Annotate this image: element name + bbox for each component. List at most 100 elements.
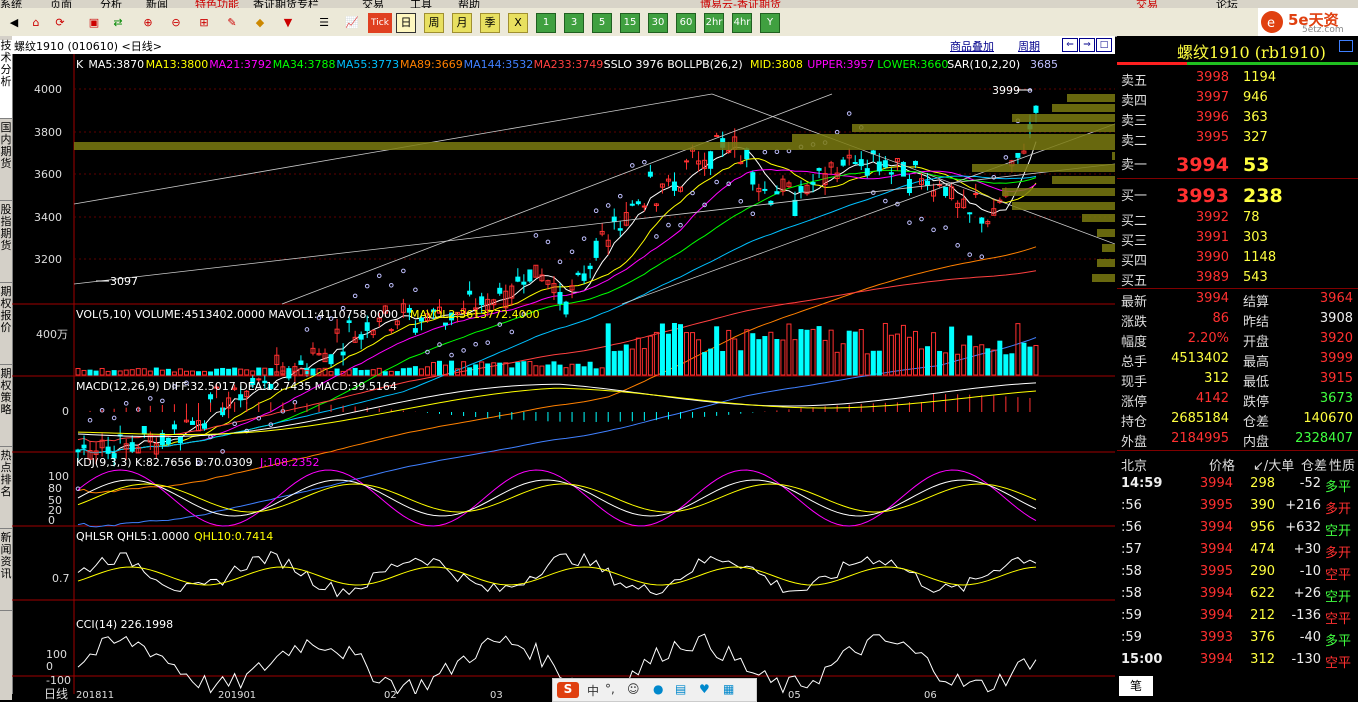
stat-row-6-a: 持仓 (1121, 415, 1148, 430)
keyboard-icon[interactable]: ▤ (675, 682, 686, 696)
tick-button[interactable]: Tick (368, 13, 392, 33)
volume-bar-51 (382, 371, 388, 376)
menu-item-6[interactable]: 交易 (362, 0, 384, 8)
list-icon[interactable]: ☰ (314, 13, 334, 33)
next-icon[interactable]: ⇒ (1079, 38, 1095, 52)
vol-axis-label: 400万 (36, 328, 68, 341)
sar-dot-48 (364, 283, 370, 289)
period-button-2[interactable]: 月 (452, 13, 472, 33)
volume-bar-4 (99, 367, 105, 376)
period-button-0[interactable]: 日 (396, 13, 416, 33)
candle-body-94 (641, 205, 647, 208)
goods-overlay-link[interactable]: 商品叠加 (950, 38, 994, 54)
candle-body-27 (238, 394, 244, 401)
period-button-7[interactable]: 5 (592, 13, 612, 33)
period-button-5[interactable]: 1 (536, 13, 556, 33)
ime-lang[interactable]: 中 (587, 682, 599, 699)
period-button-9[interactable]: 30 (648, 13, 668, 33)
panel-maximize-icon[interactable] (1339, 40, 1353, 52)
ma-legend-10: BOLLPB(26,2) (667, 58, 743, 71)
sar-dot-84 (581, 236, 587, 241)
volume-bar-73 (515, 362, 521, 376)
zoom-out-icon[interactable]: ⊖ (166, 13, 186, 33)
volume-bar-113 (756, 339, 762, 376)
menu-item-9[interactable]: 博易云-香证期货 (700, 0, 781, 8)
chart-icon[interactable]: 📈 (342, 13, 362, 33)
left-tab-6[interactable]: 新闻资讯 (0, 532, 12, 611)
left-tab-0[interactable]: 技术分析 (0, 40, 12, 119)
candle-body-45 (346, 320, 352, 323)
period-button-12[interactable]: 4hr (732, 13, 752, 33)
menu-item-11[interactable]: 论坛 (1216, 0, 1238, 8)
ime-emoji[interactable]: ☺ (627, 682, 640, 696)
volume-bar-16 (171, 371, 177, 376)
menu-item-1[interactable]: 页面 (50, 0, 72, 8)
zoom-in-icon[interactable]: ⊕ (138, 13, 158, 33)
volume-bar-110 (738, 350, 744, 376)
paint-icon[interactable]: ◆ (250, 13, 270, 33)
ime-toolbar[interactable]: S 中 °, ☺ ● ▤ ♥ ▦ (552, 678, 757, 702)
sar-dot-46 (352, 293, 358, 299)
filter-icon[interactable]: ▼ (278, 13, 298, 33)
menu-item-10[interactable]: 交易 (1136, 0, 1158, 8)
period-button-1[interactable]: 周 (424, 13, 444, 33)
ime-punct[interactable]: °, (605, 682, 615, 696)
menu-item-7[interactable]: 工具 (410, 0, 432, 8)
sar-dot-52 (389, 282, 394, 288)
kdj-legend: KDJ(9,3,3) K:82.7656 D:70.0309 (76, 456, 253, 469)
volume-bar-53 (394, 371, 400, 376)
period-button-4[interactable]: X (508, 13, 528, 33)
sogou-icon[interactable]: S (557, 682, 579, 698)
period-button-10[interactable]: 60 (676, 13, 696, 33)
volume-profile-bar-14 (1097, 259, 1115, 267)
candle-body-95 (647, 171, 653, 177)
menu-item-2[interactable]: 分析 (100, 0, 122, 8)
maximize-icon[interactable]: □ (1096, 38, 1112, 52)
buy1-row: 买一 3993 238 (1117, 183, 1358, 207)
left-tab-2[interactable]: 股指期货 (0, 204, 12, 283)
date-axis-label-4: 03 (490, 690, 503, 700)
candle-body-65 (467, 290, 473, 295)
record-icon[interactable]: ▣ (84, 13, 104, 33)
prev-icon[interactable]: ⇐ (1062, 38, 1078, 52)
left-tab-5[interactable]: 热点排名 (0, 450, 12, 529)
left-tab-3[interactable]: 期权报价 (0, 286, 12, 365)
menu-item-4[interactable]: 特色功能 (195, 0, 239, 8)
tick-row-7-time: :59 (1121, 630, 1142, 645)
left-tab-4[interactable]: 期权策略 (0, 368, 12, 447)
tick-row-7: :59 3993 376 -40 多平 (1117, 628, 1358, 649)
tick-row-5-price: 3994 (1199, 586, 1233, 601)
period-button-11[interactable]: 2hr (704, 13, 724, 33)
volume-bar-13 (153, 367, 159, 376)
volume-bar-3 (93, 370, 99, 376)
crosshair-icon[interactable]: ⊞ (194, 13, 214, 33)
period-button-6[interactable]: 3 (564, 13, 584, 33)
volume-bar-153 (997, 340, 1003, 376)
home-icon[interactable]: ⌂ (26, 13, 46, 33)
menu-item-0[interactable]: 系统 (0, 0, 22, 8)
menu-item-5[interactable]: 香证期货专栏 (253, 0, 319, 8)
tools-icon[interactable]: ▦ (723, 682, 734, 696)
tab-ticks[interactable]: 笔 (1119, 676, 1153, 696)
period-link[interactable]: 周期 (1018, 38, 1040, 54)
skin-icon[interactable]: ♥ (699, 682, 710, 696)
refresh-icon[interactable]: ⟳ (50, 13, 70, 33)
tick-header-h3: 仓差 (1301, 459, 1328, 474)
chart-area[interactable]: 螺纹1910 (010610) <日线> 商品叠加 周期 ⇐ ⇒ □ K MA5:… (12, 36, 1115, 700)
period-button-13[interactable]: Y (760, 13, 780, 33)
draw-line-icon[interactable]: ✎ (222, 13, 242, 33)
menu-item-8[interactable]: 帮助 (458, 0, 480, 8)
sync-icon[interactable]: ⇄ (108, 13, 128, 33)
tick-row-6-vol: 212 (1250, 608, 1275, 623)
chart-canvas[interactable]: K MA5:3870 MA13:3800 MA21:3792 MA34:3788 MA55… (12, 54, 1115, 700)
stat-row-0: 最新 3994 结算 3964 (1117, 289, 1358, 310)
sar-dot-80 (557, 259, 563, 265)
sell-row-2-vol: 363 (1243, 110, 1268, 125)
menu-item-3[interactable]: 新闻 (146, 0, 168, 8)
mic-icon[interactable]: ● (653, 682, 663, 696)
back-icon[interactable]: ◀ (4, 13, 24, 33)
period-button-8[interactable]: 15 (620, 13, 640, 33)
left-tab-1[interactable]: 国内期货 (0, 122, 12, 201)
period-button-3[interactable]: 季 (480, 13, 500, 33)
stat-row-7-bv: 2328407 (1295, 431, 1353, 446)
